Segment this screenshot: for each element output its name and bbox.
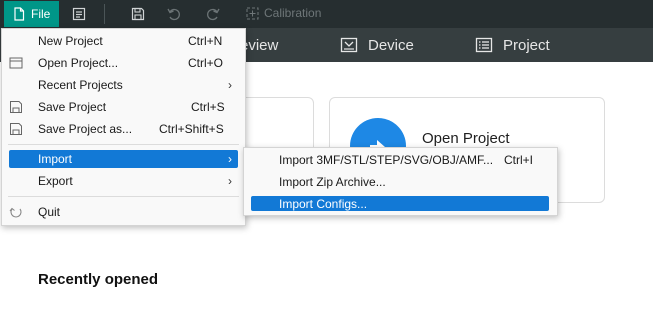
menu-item-label: Recent Projects xyxy=(38,78,123,92)
tab-device-label: Device xyxy=(368,36,414,54)
open-project-title: Open Project xyxy=(422,130,510,147)
menu-item-export[interactable]: Export › xyxy=(2,171,245,191)
menu-item-quit[interactable]: Quit xyxy=(2,202,245,222)
menu-item-label: Import 3MF/STL/STEP/SVG/OBJ/AMF... xyxy=(279,153,494,167)
notes-icon[interactable] xyxy=(71,6,87,22)
file-menu: New Project Ctrl+N Open Project... Ctrl+… xyxy=(1,28,246,226)
open-folder-icon xyxy=(9,57,23,69)
menu-item-label: Save Project as... xyxy=(38,122,133,136)
menu-item-save-project[interactable]: Save Project Ctrl+S xyxy=(2,97,245,117)
menu-item-save-project-as[interactable]: Save Project as... Ctrl+Shift+S xyxy=(2,119,245,139)
save-icon xyxy=(10,101,22,113)
tab-project[interactable]: Project xyxy=(475,28,550,62)
save-icon[interactable] xyxy=(130,6,146,22)
quit-icon xyxy=(9,207,22,218)
calibration-icon xyxy=(246,7,259,20)
menu-item-shortcut: Ctrl+N xyxy=(188,34,223,48)
menu-item-shortcut: Ctrl+S xyxy=(191,100,225,114)
recently-opened-heading: Recently opened xyxy=(38,271,159,288)
menu-item-label: Import Zip Archive... xyxy=(279,175,386,189)
menu-separator xyxy=(8,144,239,145)
menu-separator xyxy=(8,196,239,197)
project-list-icon xyxy=(475,37,493,53)
tab-device[interactable]: Device xyxy=(340,28,414,62)
submenu-arrow-icon: › xyxy=(228,174,232,188)
menu-item-shortcut: Ctrl+Shift+S xyxy=(159,122,224,136)
menu-item-label: Export xyxy=(38,174,73,188)
file-menu-label: File xyxy=(31,7,51,21)
import-submenu: Import 3MF/STL/STEP/SVG/OBJ/AMF... Ctrl+… xyxy=(243,147,558,216)
menu-item-import-configs[interactable]: Import Configs... xyxy=(251,196,549,211)
menu-item-label: Import xyxy=(38,152,73,166)
menu-item-label: Open Project... xyxy=(38,56,119,70)
menu-item-label: Import Configs... xyxy=(279,196,368,211)
file-menu-button[interactable]: File xyxy=(4,1,59,27)
file-icon xyxy=(14,7,25,21)
menu-item-recent-projects[interactable]: Recent Projects › xyxy=(2,75,245,95)
submenu-arrow-icon: › xyxy=(228,78,232,92)
menu-item-import-zip[interactable]: Import Zip Archive... xyxy=(244,172,557,192)
menu-item-open-project[interactable]: Open Project... Ctrl+O xyxy=(2,53,245,73)
redo-icon[interactable] xyxy=(205,6,221,22)
menu-item-label: Save Project xyxy=(38,100,107,114)
device-icon xyxy=(340,37,358,53)
menu-item-label: Quit xyxy=(38,205,61,219)
toolbar-divider xyxy=(104,4,105,24)
tab-project-label: Project xyxy=(503,36,550,54)
menu-item-new-project[interactable]: New Project Ctrl+N xyxy=(2,31,245,51)
calibration-button[interactable]: Calibration xyxy=(264,6,321,20)
menu-item-import[interactable]: Import › xyxy=(9,150,238,168)
menu-item-shortcut: Ctrl+I xyxy=(504,153,534,167)
undo-icon[interactable] xyxy=(166,6,182,22)
save-as-icon xyxy=(10,123,22,135)
menu-item-shortcut: Ctrl+O xyxy=(188,56,224,70)
top-toolbar: File Calibration xyxy=(0,0,653,28)
menu-item-import-3mf[interactable]: Import 3MF/STL/STEP/SVG/OBJ/AMF... Ctrl+… xyxy=(244,150,557,170)
menu-item-label: New Project xyxy=(38,34,103,48)
submenu-arrow-icon: › xyxy=(228,152,232,166)
